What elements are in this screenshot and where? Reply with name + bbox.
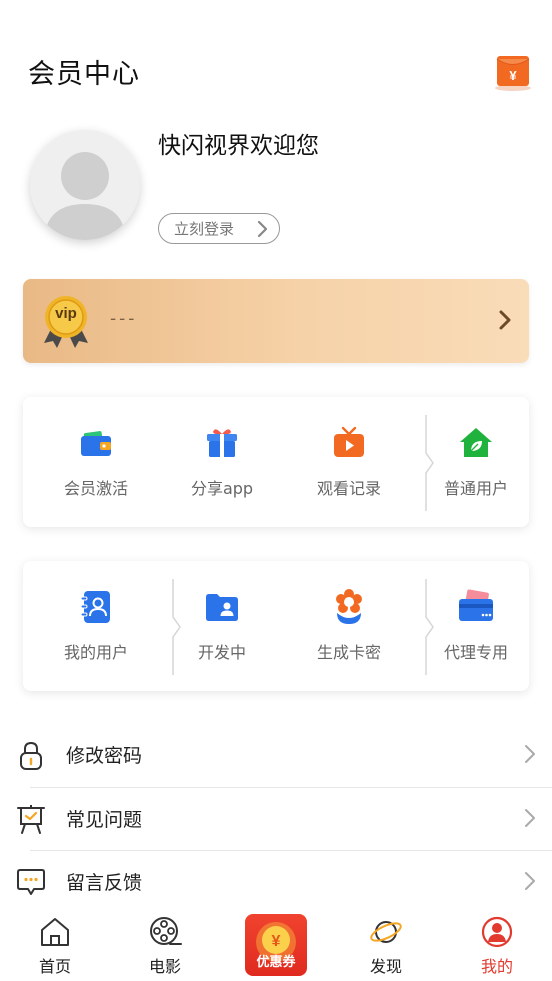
grid-item-generate-card-key[interactable]: 生成卡密: [286, 587, 412, 663]
user-circle-icon: [481, 916, 513, 948]
chevron-right-icon: [499, 310, 511, 330]
card-icon: [459, 589, 493, 621]
presentation-board-icon: [17, 805, 45, 834]
grid-item-watch-history[interactable]: 观看记录: [286, 423, 412, 499]
lock-icon: [20, 741, 42, 770]
avatar[interactable]: [30, 130, 140, 240]
svg-text:¥: ¥: [272, 933, 281, 950]
house-leaf-icon: [460, 428, 492, 457]
tab-home[interactable]: 首页: [10, 905, 100, 977]
wallet-icon: [81, 431, 111, 456]
grid-item-label: 我的用户: [63, 643, 128, 662]
film-reel-icon: [150, 917, 182, 945]
default-avatar-icon: [30, 130, 140, 240]
tab-label: 首页: [38, 957, 71, 976]
flower-icon: [336, 589, 362, 624]
tab-movie[interactable]: 电影: [120, 905, 210, 977]
contacts-book-icon: [80, 591, 110, 623]
grid-item-user-level[interactable]: 普通用户: [413, 423, 539, 499]
vip-status-text: ---: [110, 309, 138, 329]
welcome-text: 快闪视界欢迎您: [158, 133, 319, 159]
grid-item-agent-only[interactable]: 代理专用: [413, 587, 539, 663]
red-envelope-button[interactable]: ¥: [493, 52, 533, 92]
menu-item-label: 常见问题: [66, 809, 143, 831]
menu-item-change-password[interactable]: 修改密码: [0, 723, 552, 786]
feature-grid-2: 我的用户 开发中 生成卡密 代理专用: [23, 561, 529, 691]
feature-grid-1: 会员激活 分享app 观看记录 普通用户: [23, 397, 529, 527]
grid-item-label: 生成卡密: [316, 643, 381, 662]
login-label: 立刻登录: [174, 220, 235, 238]
menu-item-faq[interactable]: 常见问题: [0, 787, 552, 850]
grid-item-label: 普通用户: [443, 479, 508, 498]
tv-play-icon: [334, 426, 364, 457]
grid-item-label: 观看记录: [316, 479, 381, 498]
grid-item-my-users[interactable]: 我的用户: [33, 587, 159, 663]
page-title: 会员中心: [28, 59, 140, 90]
vip-medal-icon: vip: [40, 293, 92, 349]
planet-icon: [370, 921, 402, 943]
tab-label: 我的: [480, 957, 513, 976]
tab-discover[interactable]: 发现: [341, 905, 431, 977]
tab-label: 电影: [148, 957, 181, 976]
vip-card[interactable]: [23, 279, 529, 363]
chevron-right-icon: [525, 745, 535, 763]
grid-item-label: 开发中: [197, 643, 246, 662]
grid-item-share-app[interactable]: 分享app: [159, 423, 285, 499]
login-button[interactable]: 立刻登录: [158, 213, 280, 244]
grid-item-label: 代理专用: [443, 643, 508, 662]
tab-label: 发现: [369, 957, 402, 976]
menu-item-label: 修改密码: [66, 745, 143, 767]
user-folder-icon: [206, 594, 238, 621]
grid-item-member-activate[interactable]: 会员激活: [33, 423, 159, 499]
grid-item-label: 分享app: [190, 479, 254, 498]
tab-coupon[interactable]: ¥ 优惠券: [245, 914, 307, 976]
chevron-right-icon: [525, 872, 535, 890]
tab-mine[interactable]: 我的: [452, 905, 542, 977]
grid-item-in-development[interactable]: 开发中: [159, 587, 285, 663]
svg-text:¥: ¥: [509, 68, 517, 83]
chevron-right-icon: [257, 220, 268, 238]
chevron-right-icon: [525, 809, 535, 827]
tab-label: 优惠券: [256, 955, 296, 970]
menu-item-feedback[interactable]: 留言反馈: [0, 850, 552, 913]
home-icon: [41, 918, 69, 946]
menu-item-label: 留言反馈: [66, 872, 143, 894]
grid-item-label: 会员激活: [63, 479, 128, 498]
red-envelope-icon: ¥: [495, 56, 531, 91]
chat-bubble-icon: [17, 869, 45, 895]
gift-icon: [207, 429, 237, 457]
vip-badge-text: vip: [55, 305, 77, 322]
